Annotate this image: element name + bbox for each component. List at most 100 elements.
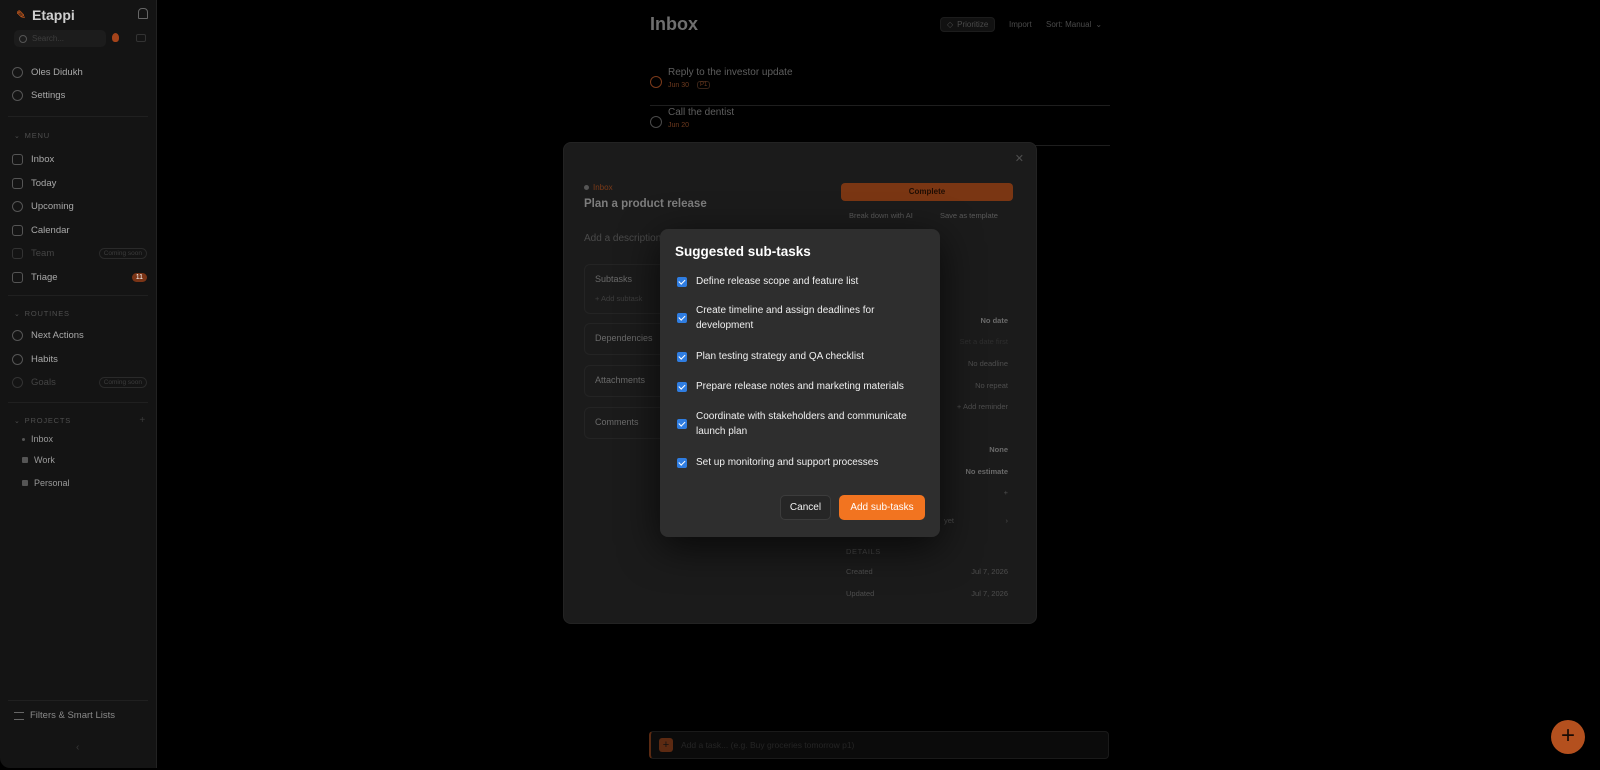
sort-label: Sort: Manual [1046,20,1092,29]
routines-section-header[interactable]: ⌄ ROUTINES [14,309,146,318]
break-down-ai-button[interactable]: Break down with AI [849,211,913,220]
subtask-text: Create timeline and assign deadlines for… [696,305,875,331]
search-input[interactable]: Search... [14,30,106,47]
updated-value: Jul 7, 2026 [971,589,1008,598]
avatar [12,66,23,78]
list-item[interactable]: Reply to the investor update Jun 30 P1 [650,66,1110,106]
prioritize-button[interactable]: ◇ Prioritize [940,17,996,32]
task-due-date: Jun 20 [668,122,690,129]
task-title: Reply to the investor update [668,67,793,78]
complete-button[interactable]: Complete [841,183,1013,201]
created-value: Jul 7, 2026 [971,567,1008,576]
quick-add-placeholder: Add a task... (e.g. Buy groceries tomorr… [681,740,855,750]
sidebar-item-upcoming[interactable]: Upcoming [12,198,147,214]
subtask-text: Plan testing strategy and QA checklist [696,351,864,362]
sidebar-item-settings[interactable]: Settings [12,87,147,103]
project-item-personal[interactable]: Personal [22,478,70,488]
project-item-inbox[interactable]: Inbox [22,434,53,444]
streak-flame-icon[interactable] [112,33,119,42]
notifications-bell-icon[interactable] [138,8,148,19]
brand[interactable]: ✎ Etappi [16,7,75,23]
sidebar-item-label: Inbox [31,153,55,165]
target-icon [12,329,23,341]
sidebar-item-label: Triage [31,271,58,283]
sidebar-item-label: Calendar [31,224,70,236]
suggested-subtasks-dialog: Suggested sub-tasks Define release scope… [660,229,940,537]
task-title[interactable]: Plan a product release [584,198,707,210]
task-checkbox[interactable] [650,76,662,88]
menu-section-header[interactable]: ⌄ MENU [14,131,146,140]
breadcrumb[interactable]: Inbox [584,183,613,192]
count-badge: 11 [131,272,147,282]
project-label: Personal [34,478,70,488]
sidebar-item-habits[interactable]: Habits [12,351,147,367]
collapse-sidebar-icon[interactable]: ‹ [76,742,79,753]
sparkle-icon: ◇ [947,20,954,29]
project-label: Inbox [31,434,54,444]
cancel-button[interactable]: Cancel [780,495,831,520]
filters-label: Filters & Smart Lists [30,710,115,721]
project-dot-icon [22,437,25,441]
divider [8,116,148,117]
section-label: PROJECTS [24,416,72,425]
search-placeholder: Search... [32,34,65,43]
plus-icon: + [659,738,673,752]
date-value: No date [980,316,1008,325]
subtask-suggestion[interactable]: Set up monitoring and support processes [677,455,922,470]
list-item[interactable]: Call the dentist Jun 20 [650,106,1110,146]
project-item-work[interactable]: Work [22,455,55,465]
subtask-checkbox[interactable] [677,457,687,468]
sidebar-item-today[interactable]: Today [12,175,147,191]
filters-smart-lists[interactable]: Filters & Smart Lists [14,710,115,721]
subtask-checkbox[interactable] [677,381,687,392]
sidebar-item-inbox[interactable]: Inbox [12,151,147,167]
subtask-checkbox[interactable] [677,276,687,287]
estimate-value: No estimate [965,467,1008,476]
sidebar-item-triage[interactable]: Triage 11 [12,269,147,285]
subtask-suggestion[interactable]: Prepare release notes and marketing mate… [677,379,922,394]
inbox-icon [12,153,23,165]
subtask-checkbox[interactable] [677,351,687,362]
save-template-button[interactable]: Save as template [940,211,998,220]
updated-label: Updated [846,589,875,598]
calendar-icon [12,224,23,236]
add-subtasks-button[interactable]: Add sub-tasks [839,495,925,520]
subtask-suggestion[interactable]: Coordinate with stakeholders and communi… [677,409,922,439]
coming-soon-badge: Coming soon [98,376,147,388]
triage-icon [12,271,23,283]
section-label: ROUTINES [24,309,70,318]
close-icon[interactable]: ✕ [1015,152,1024,165]
section-label: MENU [24,131,50,140]
import-button[interactable]: Import [1003,17,1038,32]
dialog-title: Suggested sub-tasks [675,244,811,259]
subtask-text: Prepare release notes and marketing mate… [696,381,904,392]
project-color-icon [22,457,28,463]
subtask-suggestion[interactable]: Plan testing strategy and QA checklist [677,349,922,364]
divider [8,295,148,296]
sidebar-item-label: Goals [31,376,56,388]
activity-row[interactable]: yet › [944,516,1008,525]
sidebar-item-next-actions[interactable]: Next Actions [12,327,147,343]
subtask-suggestion[interactable]: Define release scope and feature list [677,274,922,289]
description-field[interactable]: Add a description... [584,233,670,244]
button-label: Import [1009,20,1032,29]
sidebar-item-calendar[interactable]: Calendar [12,222,147,238]
subtask-suggestion[interactable]: Create timeline and assign deadlines for… [677,303,922,333]
task-title: Call the dentist [668,107,735,118]
subtask-checkbox[interactable] [677,419,687,429]
details-header: DETAILS [846,547,881,556]
coming-soon-badge: Coming soon [98,247,147,259]
task-checkbox[interactable] [650,116,662,128]
add-reminder-button[interactable]: + Add reminder [957,402,1008,411]
add-label-icon[interactable]: + [1004,488,1008,497]
task-due-date: Jun 30 [668,82,690,89]
add-project-icon[interactable]: + [139,415,146,426]
sidebar-user[interactable]: Oles Didukh [12,64,147,80]
sidebar-toggle-icon[interactable] [136,34,146,42]
projects-section-header[interactable]: ⌄ PROJECTS + [14,415,146,426]
quick-add-input[interactable]: + Add a task... (e.g. Buy groceries tomo… [649,731,1109,759]
sort-dropdown[interactable]: Sort: Manual ⌄ [1040,17,1108,32]
subtask-checkbox[interactable] [677,313,687,323]
add-task-fab-button[interactable]: + [1551,720,1585,754]
project-label: Work [34,455,55,465]
